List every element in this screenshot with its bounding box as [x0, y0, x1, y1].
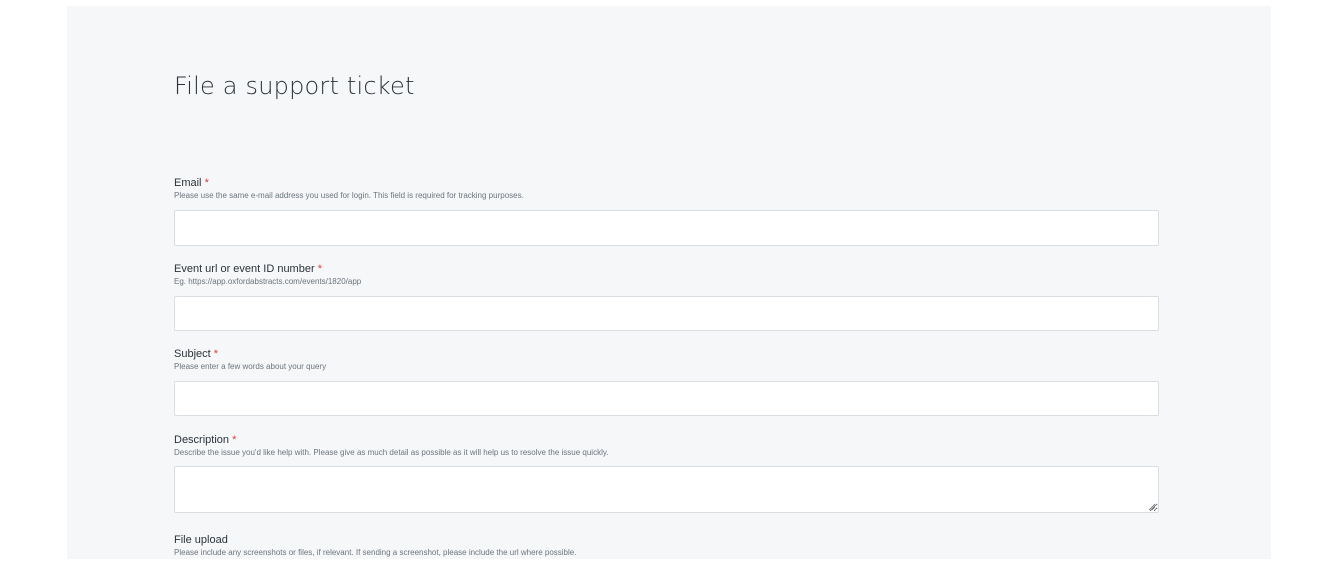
description-textarea-wrapper	[174, 466, 1159, 513]
subject-input[interactable]	[174, 381, 1159, 416]
email-help-text: Please use the same e-mail address you u…	[174, 191, 524, 200]
subject-label: Subject *	[174, 348, 219, 360]
description-help-text: Describe the issue you'd like help with.…	[174, 448, 609, 457]
required-marker: *	[317, 263, 322, 275]
required-marker: *	[204, 177, 209, 189]
file-upload-field-group: File upload Please include any screensho…	[174, 534, 1161, 558]
required-marker: *	[213, 348, 219, 360]
subject-help-text: Please enter a few words about your quer…	[174, 362, 327, 371]
file-upload-help-text: Please include any screenshots or files,…	[174, 548, 577, 557]
email-input[interactable]	[174, 210, 1159, 246]
required-marker: *	[232, 434, 237, 446]
support-form-panel: File a support ticket Email * Please use…	[67, 6, 1271, 559]
event-url-help-text: Eg. https://app.oxfordabstracts.com/even…	[174, 277, 362, 286]
email-label: Email *	[174, 177, 209, 189]
file-upload-label: File upload	[174, 534, 228, 546]
event-url-input[interactable]	[174, 296, 1159, 331]
description-label: Description *	[174, 434, 237, 446]
description-textarea[interactable]	[174, 466, 1159, 513]
page-title: File a support ticket	[174, 72, 415, 100]
description-field-group: Description * Describe the issue you'd l…	[174, 434, 1161, 513]
email-field-group: Email * Please use the same e-mail addre…	[174, 177, 1161, 246]
event-url-field-group: Event url or event ID number * Eg. https…	[174, 263, 1161, 331]
subject-field-group: Subject * Please enter a few words about…	[174, 348, 1161, 416]
event-url-label: Event url or event ID number *	[174, 263, 322, 275]
